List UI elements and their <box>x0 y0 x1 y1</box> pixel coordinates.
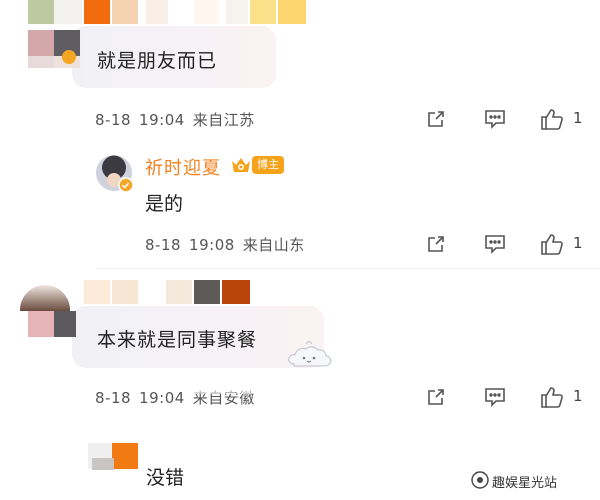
reply-time: 19:08 <box>189 236 235 254</box>
location-blur <box>190 386 270 394</box>
reply-text: 是的 <box>145 193 184 215</box>
reply-location: 来自山东 <box>242 236 305 254</box>
vip-crown-icon <box>232 158 250 172</box>
share-icon[interactable] <box>425 233 447 255</box>
verified-icon <box>118 177 134 193</box>
comment-date: 8-18 <box>95 111 132 129</box>
comment-text: 没错 <box>146 467 185 489</box>
share-icon[interactable] <box>425 108 447 130</box>
comment-time: 19:04 <box>139 389 185 407</box>
cloud-sticker-icon <box>288 340 332 367</box>
comment-time: 19:04 <box>139 111 185 129</box>
comment-text: 本来就是同事聚餐 <box>97 329 258 351</box>
comment-icon[interactable] <box>483 386 507 408</box>
watermark-text: 趣娱星光站 <box>492 476 558 491</box>
comment-location: 来自江苏 <box>192 111 255 129</box>
share-icon[interactable] <box>425 386 447 408</box>
comment-meta: 8-18 19:04 来自江苏 <box>95 109 263 130</box>
like-icon[interactable] <box>539 384 565 410</box>
divider <box>96 268 600 269</box>
like-count: 1 <box>573 387 583 405</box>
comment-date: 8-18 <box>95 389 132 407</box>
comment-icon[interactable] <box>483 233 507 255</box>
watermark-logo-icon <box>471 471 489 489</box>
like-count: 1 <box>573 234 583 252</box>
blogger-badge: 博主 <box>252 156 284 174</box>
reply-meta: 8-18 19:08 来自山东 <box>145 234 313 255</box>
like-icon[interactable] <box>539 106 565 132</box>
reply-username[interactable]: 祈时迎夏 <box>145 154 221 180</box>
comment-icon[interactable] <box>483 108 507 130</box>
like-icon[interactable] <box>539 231 565 257</box>
comment-text: 就是朋友而已 <box>97 50 218 72</box>
like-count: 1 <box>573 109 583 127</box>
reply-date: 8-18 <box>145 236 182 254</box>
